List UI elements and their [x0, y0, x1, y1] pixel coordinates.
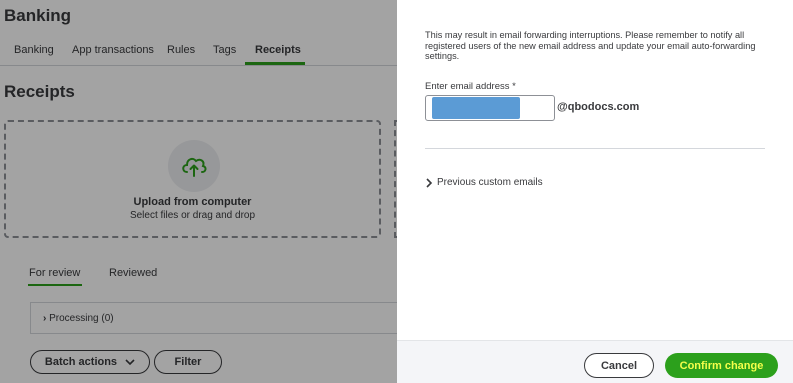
email-domain: @qbodocs.com: [557, 101, 640, 113]
confirm-change-button[interactable]: Confirm change: [665, 353, 778, 378]
email-field[interactable]: [425, 95, 555, 121]
divider: [425, 148, 765, 149]
forwarding-notice: This may result in email forwarding inte…: [425, 30, 756, 61]
cancel-button[interactable]: Cancel: [584, 353, 654, 378]
drawer-footer: Cancel Confirm change: [397, 340, 793, 383]
email-label: Enter email address *: [425, 81, 516, 92]
previous-custom-emails-label: Previous custom emails: [437, 177, 543, 188]
previous-custom-emails-toggle[interactable]: Previous custom emails: [425, 177, 543, 188]
change-email-drawer: This may result in email forwarding inte…: [397, 0, 793, 383]
chevron-right-icon: [426, 177, 433, 188]
redacted-email-value: [432, 97, 520, 119]
modal-overlay[interactable]: [0, 0, 397, 383]
